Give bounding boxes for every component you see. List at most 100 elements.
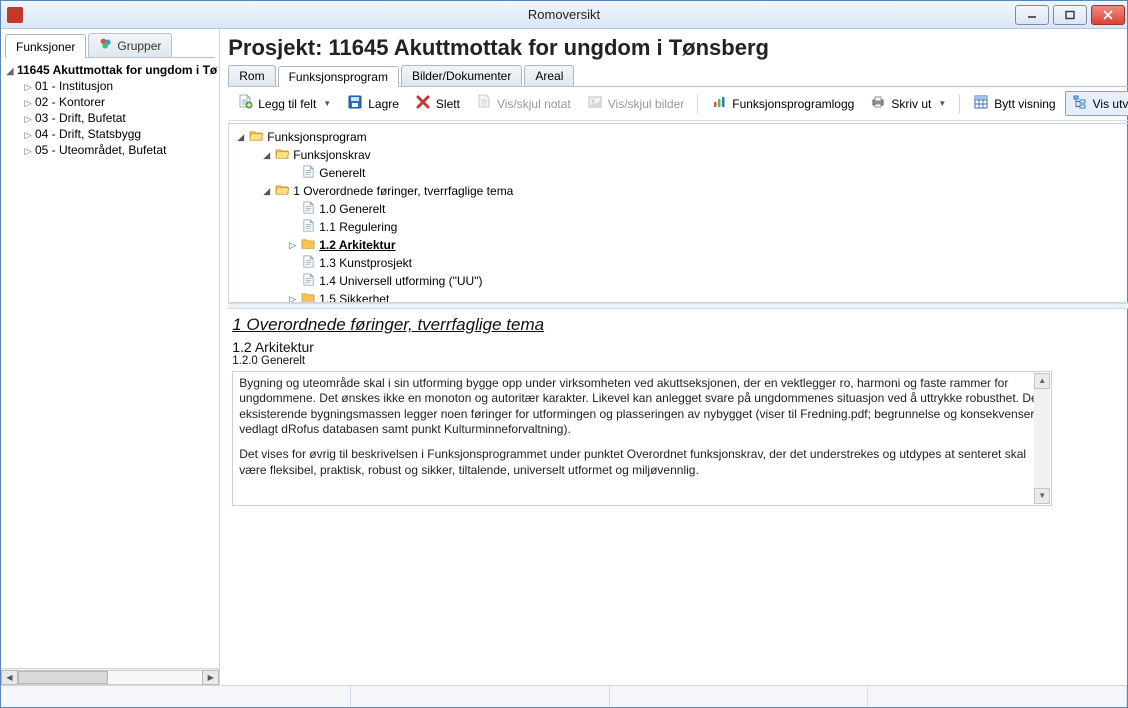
scroll-up-icon[interactable]: ▲ — [1034, 373, 1050, 389]
tree-item-label: 04 - Drift, Statsbygg — [35, 127, 141, 141]
expand-icon[interactable]: ▷ — [23, 146, 33, 157]
app-body: Funksjoner Grupper ◢11645 Akuttmottak fo… — [1, 29, 1127, 685]
tab-grupper[interactable]: Grupper — [88, 33, 172, 57]
print-button[interactable]: Skriv ut ▼ — [863, 91, 953, 116]
collapse-icon[interactable]: ◢ — [235, 132, 246, 143]
tab-rom[interactable]: Rom — [228, 65, 275, 86]
scroll-track[interactable] — [18, 670, 202, 685]
tree-node[interactable]: ◢ 1 Overordnede føringer, tverrfaglige t… — [235, 182, 1128, 200]
description-textarea[interactable]: Bygning og uteområde skal i sin utformin… — [232, 371, 1052, 506]
expand-icon[interactable]: ▷ — [287, 240, 298, 251]
project-title: Prosjekt: 11645 Akuttmottak for ungdom i… — [228, 35, 1128, 61]
close-button[interactable] — [1091, 5, 1125, 25]
node-label: 1.2 Arkitektur — [319, 238, 395, 252]
tab-label: Funksjonsprogram — [289, 70, 388, 84]
button-label: Funksjonsprogramlogg — [732, 97, 854, 111]
save-icon — [347, 94, 363, 113]
collapse-icon[interactable]: ◢ — [5, 66, 15, 77]
scroll-thumb[interactable] — [18, 671, 108, 684]
extended-tree-button[interactable]: Vis utvidet tr — [1065, 91, 1128, 116]
button-label: Vis/skjul bilder — [608, 97, 684, 111]
folder-open-icon — [275, 183, 290, 199]
tree-item-label: 05 - Uteområdet, Bufetat — [35, 143, 166, 157]
tree-node[interactable]: Generelt — [235, 164, 1128, 182]
button-label: Bytt visning — [994, 97, 1055, 111]
node-label: 1 Overordnede føringer, tverrfaglige tem… — [293, 184, 513, 198]
button-label: Skriv ut — [891, 97, 931, 111]
add-field-button[interactable]: Legg til felt ▼ — [230, 91, 338, 116]
switch-view-button[interactable]: Bytt visning — [966, 91, 1062, 116]
save-button[interactable]: Lagre — [340, 91, 406, 116]
status-segment — [351, 686, 610, 707]
tree-item[interactable]: ▷04 - Drift, Statsbygg — [5, 126, 217, 142]
tree-node[interactable]: ◢ Funksjonskrav — [235, 146, 1128, 164]
status-segment — [610, 686, 869, 707]
document-icon — [301, 273, 316, 289]
textarea-vscrollbar[interactable]: ▲ ▼ — [1034, 373, 1050, 504]
scroll-right-icon[interactable]: ▶ — [202, 670, 219, 685]
delete-button[interactable]: Slett — [408, 91, 467, 116]
toggle-note-button[interactable]: Vis/skjul notat — [469, 91, 578, 116]
expand-icon[interactable]: ▷ — [23, 82, 33, 93]
program-log-button[interactable]: Funksjonsprogramlogg — [704, 91, 861, 116]
collapse-icon[interactable]: ◢ — [261, 150, 272, 161]
folder-closed-icon — [301, 291, 316, 302]
image-icon — [587, 94, 603, 113]
left-pane: Funksjoner Grupper ◢11645 Akuttmottak fo… — [1, 29, 220, 685]
maximize-button[interactable] — [1053, 5, 1087, 25]
node-label: 1.5 Sikkerhet — [319, 292, 389, 302]
tree-icon — [1072, 94, 1088, 113]
tree-node[interactable]: 1.3 Kunstprosjekt — [235, 254, 1128, 272]
tree-item-label: 01 - Institusjon — [35, 79, 113, 93]
tree-item[interactable]: ▷02 - Kontorer — [5, 94, 217, 110]
tab-label: Funksjoner — [16, 40, 75, 54]
scroll-track[interactable] — [1034, 389, 1050, 488]
expand-icon[interactable]: ▷ — [23, 98, 33, 109]
delete-icon — [415, 94, 431, 113]
right-pane: Prosjekt: 11645 Akuttmottak for ungdom i… — [220, 29, 1128, 685]
toolbar-separator — [697, 94, 698, 114]
expand-icon[interactable]: ▷ — [23, 130, 33, 141]
tab-bilder-dokumenter[interactable]: Bilder/Dokumenter — [401, 65, 522, 86]
tree-item[interactable]: ▷05 - Uteområdet, Bufetat — [5, 142, 217, 158]
tree-item[interactable]: ▷01 - Institusjon — [5, 78, 217, 94]
tree-item-label: 03 - Drift, Bufetat — [35, 111, 126, 125]
app-window: Romoversikt Funksjoner Grupper ◢11645 Ak… — [0, 0, 1128, 708]
scroll-down-icon[interactable]: ▼ — [1034, 488, 1050, 504]
folder-open-icon — [249, 129, 264, 145]
tree-node[interactable]: 1.0 Generelt — [235, 200, 1128, 218]
detail-heading-2: 1.2 Arkitektur — [232, 339, 1128, 355]
tree-node-selected[interactable]: ▷ 1.2 Arkitektur — [235, 236, 1128, 254]
tab-funksjoner[interactable]: Funksjoner — [5, 34, 86, 58]
minimize-button[interactable] — [1015, 5, 1049, 25]
left-hscrollbar[interactable]: ◀ ▶ — [1, 668, 219, 685]
status-bar — [1, 685, 1127, 707]
tree-item[interactable]: ▷03 - Drift, Bufetat — [5, 110, 217, 126]
left-tabs: Funksjoner Grupper — [5, 33, 215, 58]
titlebar: Romoversikt — [1, 1, 1127, 29]
document-icon — [301, 165, 316, 181]
document-icon — [301, 255, 316, 271]
tree-node[interactable]: 1.1 Regulering — [235, 218, 1128, 236]
function-tree[interactable]: ◢11645 Akuttmottak for ungdom i Tø ▷01 -… — [1, 58, 219, 668]
paragraph: Bygning og uteområde skal i sin utformin… — [239, 376, 1045, 437]
tab-label: Rom — [239, 69, 264, 83]
toolbar: Legg til felt ▼ Lagre Slett Vis/skjul no… — [228, 87, 1128, 121]
program-tree[interactable]: ◢ Funksjonsprogram ◢ Funksjonskrav Gener… — [229, 124, 1128, 302]
expand-placeholder — [287, 168, 298, 179]
detail-heading-1: 1 Overordnede føringer, tverrfaglige tem… — [232, 315, 1128, 335]
node-label: 1.0 Generelt — [319, 202, 385, 216]
tree-node[interactable]: 1.4 Universell utforming ("UU") — [235, 272, 1128, 290]
tree-root[interactable]: ◢11645 Akuttmottak for ungdom i Tø — [5, 62, 217, 78]
tab-funksjonsprogram[interactable]: Funksjonsprogram — [278, 66, 399, 87]
button-label: Slett — [436, 97, 460, 111]
expand-icon[interactable]: ▷ — [23, 114, 33, 125]
tab-areal[interactable]: Areal — [524, 65, 574, 86]
tree-node[interactable]: ◢ Funksjonsprogram — [235, 128, 1128, 146]
tree-node[interactable]: ▷ 1.5 Sikkerhet — [235, 290, 1128, 302]
note-icon — [476, 94, 492, 113]
toggle-images-button[interactable]: Vis/skjul bilder — [580, 91, 691, 116]
scroll-left-icon[interactable]: ◀ — [1, 670, 18, 685]
collapse-icon[interactable]: ◢ — [261, 186, 272, 197]
expand-icon[interactable]: ▷ — [287, 294, 298, 303]
